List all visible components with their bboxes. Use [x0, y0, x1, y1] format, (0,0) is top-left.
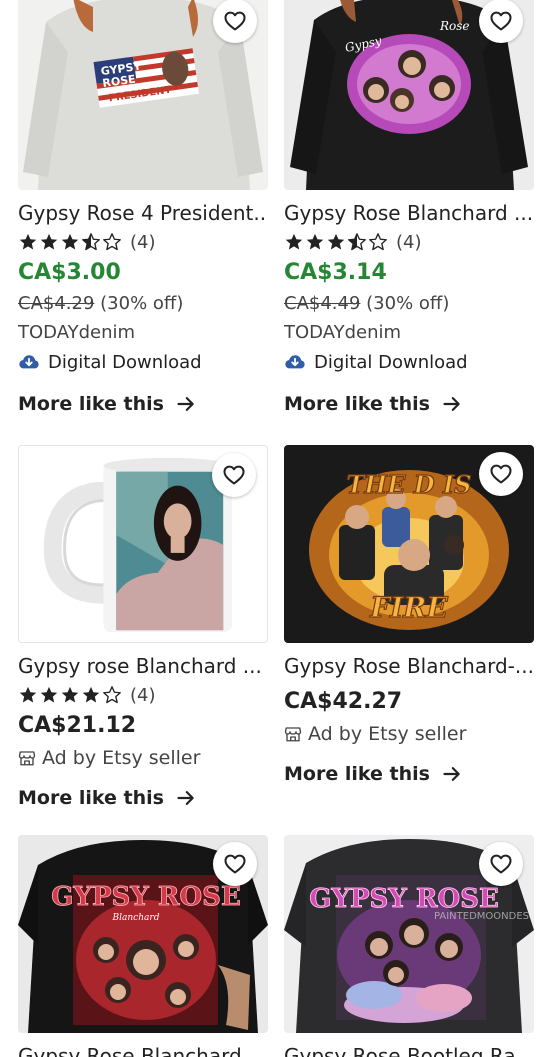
- original-price: CA$4.49: [284, 293, 361, 314]
- star-full-icon: [60, 685, 80, 705]
- product-image[interactable]: THE D IS FIRE: [284, 445, 534, 643]
- star-full-icon: [81, 685, 101, 705]
- favorite-button[interactable]: [213, 0, 257, 43]
- sale-price: CA$3.14: [284, 260, 387, 285]
- star-rating: [284, 232, 388, 252]
- product-image[interactable]: GYPSY ROSE Blanchard: [18, 835, 268, 1033]
- arrow-right-icon: [176, 788, 196, 808]
- product-card[interactable]: Gypsy Rose Gypsy Rose Blanchard ... (4) …: [284, 0, 534, 419]
- badge-label: Digital Download: [48, 351, 202, 373]
- star-half-icon: [347, 232, 367, 252]
- product-title[interactable]: Gypsy Rose Bootleg Ra...: [284, 1041, 534, 1057]
- star-full-icon: [284, 232, 304, 252]
- heart-icon: [222, 463, 246, 487]
- product-image[interactable]: [18, 445, 268, 643]
- more-like-this-button[interactable]: More like this: [284, 759, 534, 789]
- more-like-this-label: More like this: [18, 787, 164, 809]
- rating: (4): [284, 228, 534, 256]
- star-empty-icon: [368, 232, 388, 252]
- more-like-this-label: More like this: [284, 763, 430, 785]
- poster-title: FIRE: [369, 591, 448, 624]
- star-full-icon: [326, 232, 346, 252]
- product-image[interactable]: GYPSY ROSE PRESIDENT: [18, 0, 268, 190]
- favorite-button[interactable]: [212, 453, 256, 497]
- favorite-button[interactable]: [479, 452, 523, 496]
- heart-icon: [489, 852, 513, 876]
- ad-text: Ad by Etsy seller: [308, 723, 467, 745]
- favorite-button[interactable]: [479, 0, 523, 43]
- more-like-this-button[interactable]: More like this: [18, 389, 268, 419]
- product-card[interactable]: Gypsy rose Blanchard ... (4) CA$21.12 Ad…: [18, 445, 268, 813]
- badge-label: Digital Download: [314, 351, 468, 373]
- more-like-this-label: More like this: [18, 393, 164, 415]
- star-full-icon: [39, 685, 59, 705]
- review-count: (4): [130, 231, 156, 253]
- heart-icon: [489, 9, 513, 33]
- ad-label: Ad by Etsy seller: [284, 719, 534, 749]
- banner-text: GYPSY ROSE: [51, 882, 241, 912]
- favorite-button[interactable]: [213, 842, 257, 886]
- product-title[interactable]: Gypsy Rose Blanchard ...: [18, 1041, 268, 1057]
- star-full-icon: [18, 232, 38, 252]
- review-count: (4): [130, 684, 156, 706]
- arrow-right-icon: [176, 394, 196, 414]
- digital-download-badge: Digital Download: [284, 347, 534, 377]
- product-image[interactable]: GYPSY ROSE PAINTEDMOONDES: [284, 835, 534, 1033]
- banner-subtext: Blanchard: [112, 913, 160, 923]
- heart-icon: [223, 9, 247, 33]
- product-card[interactable]: GYPSY ROSE PRESIDENT Gypsy Rose 4 Presid…: [18, 0, 268, 419]
- watermark-text: PAINTEDMOONDES: [434, 911, 529, 922]
- favorite-button[interactable]: [479, 842, 523, 886]
- star-empty-icon: [102, 685, 122, 705]
- ad-text: Ad by Etsy seller: [42, 747, 201, 769]
- ad-label: Ad by Etsy seller: [18, 743, 268, 773]
- shop-name[interactable]: TODAYdenim: [18, 318, 268, 347]
- original-price-row: CA$4.29 (30% off): [18, 290, 268, 318]
- banner-text: Rose: [439, 19, 470, 33]
- banner-text: GYPSY ROSE: [309, 884, 499, 914]
- discount-label: (30% off): [100, 293, 184, 314]
- product-card[interactable]: GYPSY ROSE Blanchard Gypsy Rose Blanchar…: [18, 835, 268, 1057]
- poster-title: THE D IS: [347, 470, 472, 499]
- star-empty-icon: [102, 232, 122, 252]
- star-full-icon: [305, 232, 325, 252]
- heart-icon: [223, 852, 247, 876]
- product-title[interactable]: Gypsy Rose 4 President...: [18, 198, 268, 228]
- original-price-row: CA$4.49 (30% off): [284, 290, 534, 318]
- product-title[interactable]: Gypsy Rose Blanchard ...: [284, 198, 534, 228]
- shop-name[interactable]: TODAYdenim: [284, 318, 534, 347]
- star-rating: [18, 685, 122, 705]
- cloud-download-icon: [18, 351, 40, 373]
- review-count: (4): [396, 231, 422, 253]
- heart-icon: [489, 462, 513, 486]
- rating: (4): [18, 681, 268, 709]
- product-title[interactable]: Gypsy Rose Blanchard-...: [284, 651, 534, 681]
- star-rating: [18, 232, 122, 252]
- product-card[interactable]: GYPSY ROSE PAINTEDMOONDES Gypsy Rose Boo…: [284, 835, 534, 1057]
- discount-label: (30% off): [366, 293, 450, 314]
- product-image[interactable]: Gypsy Rose: [284, 0, 534, 190]
- shop-icon: [284, 725, 302, 743]
- star-half-icon: [81, 232, 101, 252]
- arrow-right-icon: [442, 394, 462, 414]
- more-like-this-button[interactable]: More like this: [18, 783, 268, 813]
- arrow-right-icon: [442, 764, 462, 784]
- shop-icon: [18, 749, 36, 767]
- product-card[interactable]: THE D IS FIRE Gypsy Rose Blanchard-... C…: [284, 445, 534, 789]
- original-price: CA$4.29: [18, 293, 95, 314]
- price: CA$42.27: [284, 689, 403, 714]
- sale-price: CA$3.00: [18, 260, 121, 285]
- more-like-this-button[interactable]: More like this: [284, 389, 534, 419]
- rating: (4): [18, 228, 268, 256]
- price: CA$21.12: [18, 713, 137, 738]
- star-full-icon: [39, 232, 59, 252]
- digital-download-badge: Digital Download: [18, 347, 268, 377]
- more-like-this-label: More like this: [284, 393, 430, 415]
- cloud-download-icon: [284, 351, 306, 373]
- product-title[interactable]: Gypsy rose Blanchard ...: [18, 651, 268, 681]
- star-full-icon: [18, 685, 38, 705]
- star-full-icon: [60, 232, 80, 252]
